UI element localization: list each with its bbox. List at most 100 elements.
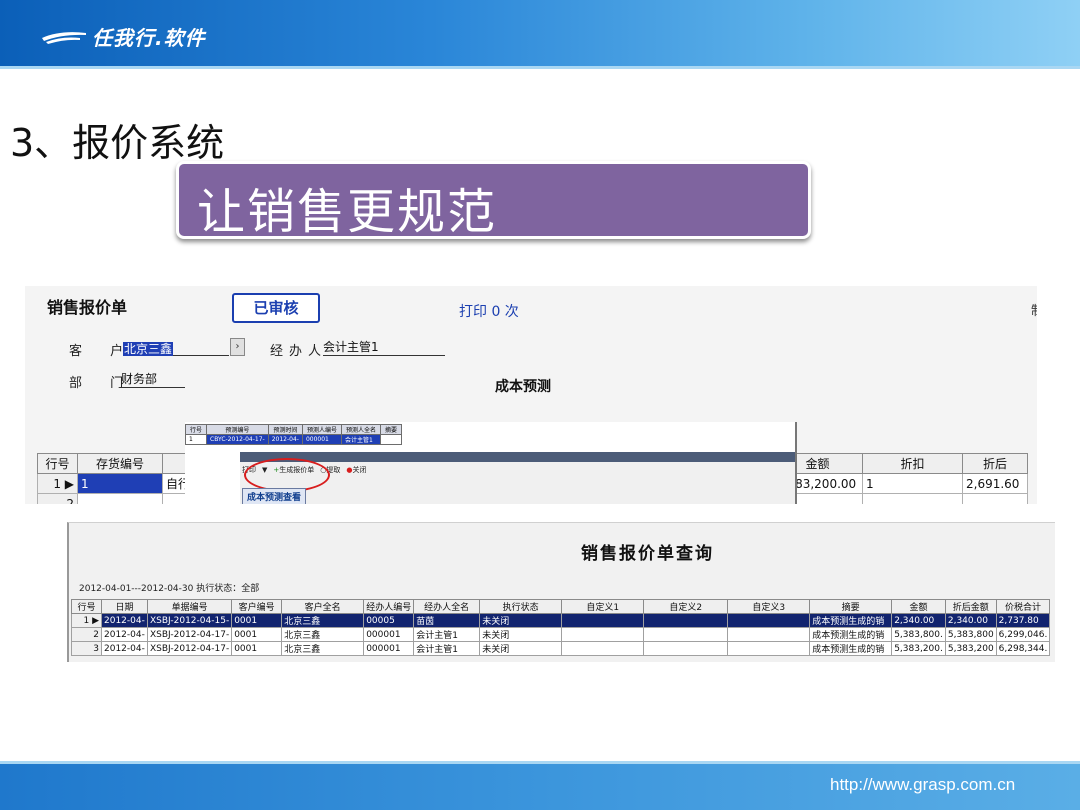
company-logo: 任我行.软件 [40, 22, 206, 51]
handler-field[interactable]: 会计主管1 [323, 338, 445, 356]
col-header: 自定义2 [643, 599, 729, 614]
col-header: 预测人编号 [301, 424, 342, 435]
col-header: 执行状态 [479, 599, 563, 614]
table-cell[interactable]: 2,691.60 [962, 473, 1028, 494]
corner-label: 制 [1031, 300, 1037, 319]
table-cell[interactable]: 00005 [363, 613, 415, 628]
table-cell[interactable]: 北京三鑫 [281, 613, 365, 628]
table-cell[interactable]: 2012-04- [101, 641, 148, 656]
col-header: 摘要 [809, 599, 893, 614]
prediction-mini-table: 行号 预测编号 预测时间 预测人编号 预测人全名 摘要 1 CBYC-2012-… [185, 424, 403, 445]
website-url[interactable]: http://www.grasp.com.cn [830, 775, 1015, 795]
sales-quote-screenshot: 销售报价单 已审核 打印 0 次 制 客 户 北京三鑫 › 经办人 会计主管1 … [25, 286, 1037, 504]
table-cell[interactable] [379, 434, 403, 445]
table-cell[interactable] [77, 493, 163, 504]
customer-field[interactable]: 北京三鑫 [123, 338, 229, 356]
col-header: 预测时间 [267, 424, 303, 435]
table-cell[interactable] [727, 613, 811, 628]
print-count: 打印 0 次 [459, 304, 519, 320]
table-row[interactable]: 2 2012-04- XSBJ-2012-04-17- 0001 北京三鑫 000001 会… [71, 627, 1051, 642]
row-number: 2 [37, 493, 78, 504]
table-cell[interactable]: 未关闭 [479, 627, 563, 642]
table-cell[interactable]: XSBJ-2012-04-17- [146, 641, 233, 656]
table-row[interactable]: 3 2012-04- XSBJ-2012-04-17- 0001 北京三鑫 000001 会… [71, 641, 1051, 656]
table-cell[interactable]: XSBJ-2012-04-17- [146, 627, 233, 642]
table-cell[interactable]: 5,383,200 [944, 641, 997, 656]
table-cell[interactable] [561, 627, 645, 642]
table-cell[interactable] [561, 641, 645, 656]
table-cell[interactable]: 1 [862, 473, 963, 494]
table-cell[interactable]: 6,298,344. [995, 641, 1051, 656]
footer-band: http://www.grasp.com.cn [0, 764, 1080, 810]
row-number: 1 [185, 434, 208, 445]
query-title: 销售报价单查询 [581, 544, 714, 564]
table-cell[interactable]: 000001 [363, 641, 415, 656]
table-cell[interactable] [727, 627, 811, 642]
col-header: 经办人编号 [363, 599, 415, 614]
table-cell[interactable] [643, 641, 729, 656]
table-cell[interactable]: 2012-04- [101, 627, 148, 642]
table-cell[interactable] [643, 627, 729, 642]
cost-prediction-popup: 行号 预测编号 预测时间 预测人编号 预测人全名 摘要 1 CBYC-2012-… [185, 422, 797, 504]
quote-title: 销售报价单 [47, 298, 128, 317]
table-cell[interactable] [727, 641, 811, 656]
table-cell[interactable]: CBYC-2012-04-17- [206, 434, 269, 445]
table-cell[interactable]: 未关闭 [479, 641, 563, 656]
col-header: 金额 [891, 599, 946, 614]
table-cell[interactable]: XSBJ-2012-04-15- [146, 613, 233, 628]
col-header: 自定义1 [561, 599, 645, 614]
table-cell[interactable] [862, 493, 963, 504]
table-cell[interactable]: 会计主管1 [340, 434, 381, 445]
dept-field[interactable]: 财务部 [121, 370, 185, 388]
prediction-window: 打印 ▼ +生成报价单 ○提取 ●关闭 成本预测查看 [240, 452, 795, 504]
table-row[interactable]: 1 ▶ 2012-04- XSBJ-2012-04-15- 0001 北京三鑫 00005… [71, 613, 1051, 628]
table-cell[interactable]: 000001 [301, 434, 342, 445]
col-header: 行号 [185, 424, 208, 435]
cost-prediction-title: 成本预测 [495, 379, 551, 395]
table-cell[interactable]: 2,737.80 [995, 613, 1051, 628]
col-header: 折扣 [862, 453, 963, 474]
table-cell[interactable]: 会计主管1 [413, 641, 481, 656]
col-header: 预测编号 [206, 424, 269, 435]
row-number: 1 ▶ [71, 613, 102, 628]
header-divider [0, 66, 1080, 69]
customer-picker-button[interactable]: › [230, 338, 245, 356]
table-cell[interactable]: 5,383,800. [891, 627, 946, 642]
table-cell[interactable]: 成本预测生成的销 [809, 627, 893, 642]
table-cell[interactable]: 1 [77, 473, 163, 494]
table-cell[interactable]: 6,299,046. [995, 627, 1051, 642]
table-cell[interactable] [561, 613, 645, 628]
table-cell[interactable]: 0001 [231, 627, 283, 642]
table-cell[interactable]: 5,383,800 [944, 627, 997, 642]
table-cell[interactable]: 北京三鑫 [281, 627, 365, 642]
col-header: 自定义3 [727, 599, 811, 614]
table-cell[interactable]: 2,340.00 [944, 613, 997, 628]
col-header: 客户全名 [281, 599, 365, 614]
table-cell[interactable]: 未关闭 [479, 613, 563, 628]
close-button[interactable]: ●关闭 [346, 465, 366, 475]
table-cell[interactable]: 会计主管1 [413, 627, 481, 642]
subtitle-text: 让销售更规范 [197, 184, 498, 240]
window-titlebar [240, 452, 795, 462]
table-cell[interactable] [643, 613, 729, 628]
col-header: 存货编号 [77, 453, 163, 474]
table-cell[interactable]: 0001 [231, 613, 283, 628]
table-cell[interactable]: 5,383,200. [891, 641, 946, 656]
table-cell[interactable]: 成本预测生成的销 [809, 613, 893, 628]
col-header: 价税合计 [995, 599, 1051, 614]
view-prediction-button[interactable]: 成本预测查看 [242, 488, 307, 504]
table-cell[interactable]: 000001 [363, 627, 415, 642]
table-cell[interactable] [962, 493, 1028, 504]
table-cell[interactable]: 0001 [231, 641, 283, 656]
table-cell[interactable]: 2,340.00 [891, 613, 946, 628]
table-row[interactable]: 1 CBYC-2012-04-17- 2012-04- 000001 会计主管1 [185, 434, 403, 445]
highlight-circle [244, 458, 330, 492]
query-filter: 2012-04-01---2012-04-30 执行状态：全部 [79, 584, 260, 594]
table-cell[interactable]: 成本预测生成的销 [809, 641, 893, 656]
swoosh-icon [42, 31, 86, 44]
table-cell[interactable]: 2012-04- [267, 434, 303, 445]
subtitle-banner: 让销售更规范 [176, 161, 811, 240]
table-cell[interactable]: 苗茵 [413, 613, 481, 628]
table-cell[interactable]: 2012-04- [101, 613, 148, 628]
table-cell[interactable]: 北京三鑫 [281, 641, 365, 656]
